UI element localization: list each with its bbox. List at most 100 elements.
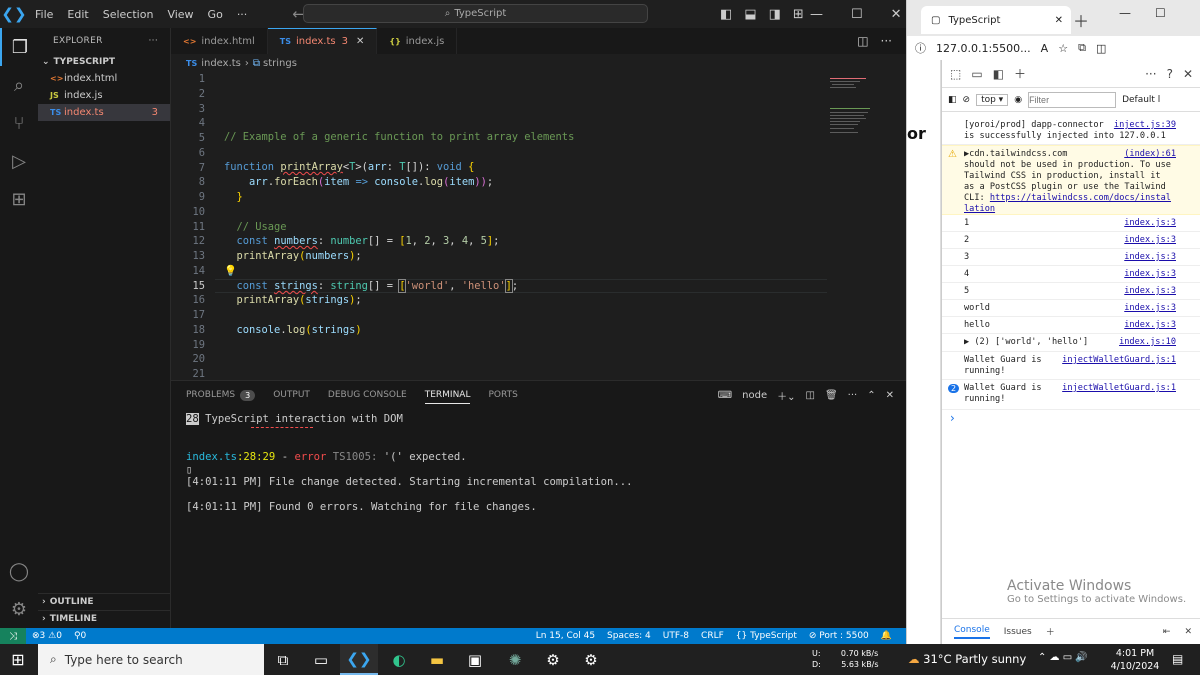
- weather-widget[interactable]: ☁ 31°C Partly sunny: [908, 652, 1026, 666]
- cursor-position[interactable]: Ln 15, Col 45: [530, 631, 601, 641]
- close-devtools-icon[interactable]: ✕: [1183, 67, 1193, 81]
- console-source-link[interactable]: inject.js:39: [1114, 120, 1176, 130]
- remote-icon[interactable]: ⤨: [0, 628, 26, 644]
- maximize-panel-icon[interactable]: ⌃: [867, 390, 875, 401]
- explorer-icon[interactable]: ❐: [0, 28, 38, 66]
- eye-icon[interactable]: ◉: [1014, 95, 1022, 105]
- vscode-app-icon[interactable]: ❮❯: [340, 644, 378, 675]
- breadcrumb-file[interactable]: index.ts: [201, 58, 241, 69]
- browser-tab[interactable]: ▢ TypeScript ✕: [921, 6, 1071, 34]
- minimize-icon[interactable]: —: [1119, 6, 1131, 20]
- more-actions-icon[interactable]: ···: [149, 36, 158, 46]
- more-actions-icon[interactable]: ···: [848, 390, 858, 401]
- split-terminal-icon[interactable]: ◫: [806, 390, 815, 401]
- add-tool-icon[interactable]: ＋: [1014, 65, 1026, 82]
- timeline-section[interactable]: › TIMELINE: [38, 610, 171, 627]
- maximize-icon[interactable]: ☐: [1155, 6, 1166, 20]
- console-source-link[interactable]: index.js:3: [1124, 286, 1176, 296]
- more-actions-icon[interactable]: ···: [881, 34, 892, 48]
- new-tab-icon[interactable]: ＋: [1073, 8, 1089, 32]
- console-log-entry[interactable]: ▶ (2) ['world', 'hello'] index.js:10: [942, 334, 1200, 352]
- outline-section[interactable]: › OUTLINE: [38, 593, 171, 610]
- new-terminal-icon[interactable]: ＋⌄: [777, 388, 795, 403]
- edge-app-icon[interactable]: ◐: [380, 644, 418, 675]
- console-source-link[interactable]: index.js:3: [1124, 218, 1176, 228]
- terminal-app-icon[interactable]: ▭: [302, 644, 340, 675]
- close-tab-icon[interactable]: ✕: [356, 36, 364, 47]
- split-screen-icon[interactable]: ◫: [1096, 42, 1106, 55]
- console-log-entry[interactable]: 2 Wallet Guard is running! injectWalletGua…: [942, 380, 1200, 410]
- encoding[interactable]: UTF-8: [657, 631, 695, 641]
- extensions-icon[interactable]: ⧉: [1078, 41, 1086, 55]
- console-log-entry[interactable]: Wallet Guard is running! injectWalletGuar…: [942, 352, 1200, 380]
- console-source-link[interactable]: index.js:3: [1124, 252, 1176, 262]
- close-icon[interactable]: ✕: [891, 7, 902, 22]
- console-log-entry[interactable]: 5 index.js:3: [942, 283, 1200, 300]
- device-toolbar-icon[interactable]: ▭: [971, 67, 982, 81]
- tab-debug-console[interactable]: DEBUG CONSOLE: [328, 390, 407, 400]
- file-index-js[interactable]: JS index.js: [38, 87, 170, 104]
- close-panel-icon[interactable]: ✕: [886, 390, 894, 401]
- console-log-entry[interactable]: 4 index.js:3: [942, 266, 1200, 283]
- console-source-link[interactable]: index.js:10: [1119, 337, 1176, 347]
- command-center-search[interactable]: ⌕ TypeScript: [303, 4, 648, 23]
- taskbar-search[interactable]: ⌕ Type here to search: [38, 644, 264, 675]
- close-drawer-icon[interactable]: ✕: [1184, 627, 1192, 637]
- dock-icon[interactable]: ◧: [993, 67, 1004, 81]
- console-source-link[interactable]: index.js:3: [1124, 269, 1176, 279]
- add-drawer-tab-icon[interactable]: ＋: [1046, 625, 1055, 638]
- console-source-link[interactable]: (index):61: [1124, 149, 1176, 159]
- console-log-entry[interactable]: 2 index.js:3: [942, 232, 1200, 249]
- tab-index-ts[interactable]: TS index.ts 3 ✕: [267, 28, 378, 54]
- menu-more[interactable]: ···: [230, 8, 255, 21]
- file-index-html[interactable]: <> index.html: [38, 70, 170, 87]
- tab-ports[interactable]: PORTS: [488, 390, 517, 400]
- clear-console-icon[interactable]: ⊘: [963, 95, 971, 105]
- problems-status[interactable]: ⊗3 ⚠0: [26, 631, 68, 641]
- extensions-icon[interactable]: ⊞: [0, 180, 38, 218]
- chatgpt-app-icon[interactable]: ✺: [496, 644, 534, 675]
- kill-terminal-icon[interactable]: 🗑: [825, 390, 838, 401]
- notification-center-icon[interactable]: ▤: [1172, 652, 1183, 666]
- settings-gear-icon[interactable]: ⚙: [0, 590, 38, 628]
- dock-drawer-icon[interactable]: ⇤: [1163, 627, 1171, 637]
- file-explorer-icon[interactable]: ▬: [418, 644, 456, 675]
- tab-problems[interactable]: PROBLEMS 3: [186, 389, 256, 401]
- terminal-name[interactable]: node: [742, 390, 767, 401]
- toggle-secondary-sidebar-icon[interactable]: ◨: [769, 7, 781, 22]
- console-source-link[interactable]: injectWalletGuard.js:1: [1062, 383, 1176, 393]
- tray-icons[interactable]: ⌃ ☁ ▭ 🔊: [1038, 652, 1088, 663]
- clock[interactable]: 4:01 PM 4/10/2024: [1110, 647, 1160, 673]
- lightbulb-icon[interactable]: 💡: [224, 264, 237, 277]
- minimize-icon[interactable]: —: [810, 7, 823, 22]
- console-log-entry[interactable]: 1 index.js:3: [942, 215, 1200, 232]
- console-drawer-tab[interactable]: Console: [954, 625, 990, 639]
- file-index-ts[interactable]: TS index.ts 3: [38, 104, 170, 121]
- tab-index-html[interactable]: <> index.html: [171, 28, 268, 54]
- console-source-link[interactable]: index.js:3: [1124, 320, 1176, 330]
- menu-edit[interactable]: Edit: [60, 8, 95, 21]
- console-log-entry[interactable]: [yoroi/prod] dapp-connector is successfu…: [942, 117, 1200, 145]
- menu-selection[interactable]: Selection: [96, 8, 161, 21]
- run-debug-icon[interactable]: ▷: [0, 142, 38, 180]
- source-control-icon[interactable]: ⑂: [0, 104, 38, 142]
- console-log-entry[interactable]: 3 index.js:3: [942, 249, 1200, 266]
- more-actions-icon[interactable]: ···: [1145, 67, 1156, 81]
- live-server-port[interactable]: ⊘ Port : 5500: [803, 631, 875, 641]
- console-filter-input[interactable]: [1028, 91, 1117, 108]
- url-text[interactable]: 127.0.0.1:5500...: [936, 42, 1031, 55]
- language-mode[interactable]: {} TypeScript: [730, 631, 803, 641]
- toggle-sidebar-icon[interactable]: ◧: [720, 7, 732, 22]
- search-icon[interactable]: ⌕: [0, 66, 38, 104]
- task-view-icon[interactable]: ⧉: [264, 644, 302, 675]
- tab-index-js[interactable]: {} index.js: [377, 28, 458, 54]
- code-editor[interactable]: 1 2 3 4 5 6 7 8 9 10 11 12 13 14 15 16 17 18 19 20 21 // Exa…: [171, 72, 906, 380]
- split-editor-icon[interactable]: ◫: [857, 34, 868, 48]
- sidebar-toggle-icon[interactable]: ◧: [948, 95, 957, 105]
- console-log-entry[interactable]: ⚠ ▶cdn.tailwindcss.com should not be used…: [942, 145, 1200, 215]
- tab-output[interactable]: OUTPUT: [273, 390, 310, 400]
- minimap[interactable]: [828, 72, 898, 142]
- account-icon[interactable]: ◯: [0, 552, 38, 590]
- favorite-star-icon[interactable]: ☆: [1058, 42, 1068, 55]
- settings-alt-app-icon[interactable]: ⚙: [572, 644, 610, 675]
